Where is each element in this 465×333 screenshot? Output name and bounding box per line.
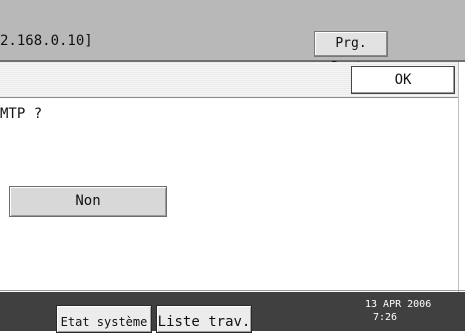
clock-date: 13 APR 2006 xyxy=(365,299,432,310)
non-button[interactable]: Non xyxy=(9,186,167,217)
ok-button[interactable]: OK xyxy=(351,66,455,94)
content-divider xyxy=(0,290,465,291)
header-bar xyxy=(0,0,465,62)
clock-time: 7:26 xyxy=(373,312,398,323)
clock: 13 APR 2006 7:26 xyxy=(365,298,461,324)
dialog-question: MTP ? xyxy=(0,106,43,122)
etat-systeme-button[interactable]: Etat système xyxy=(56,305,152,333)
liste-trav-button[interactable]: Liste trav. xyxy=(156,305,252,333)
right-scroll-edge xyxy=(458,62,465,292)
destination-address: 2.168.0.10] xyxy=(0,33,93,49)
prg-dest-button[interactable]: Prg. Dest. xyxy=(314,31,388,75)
